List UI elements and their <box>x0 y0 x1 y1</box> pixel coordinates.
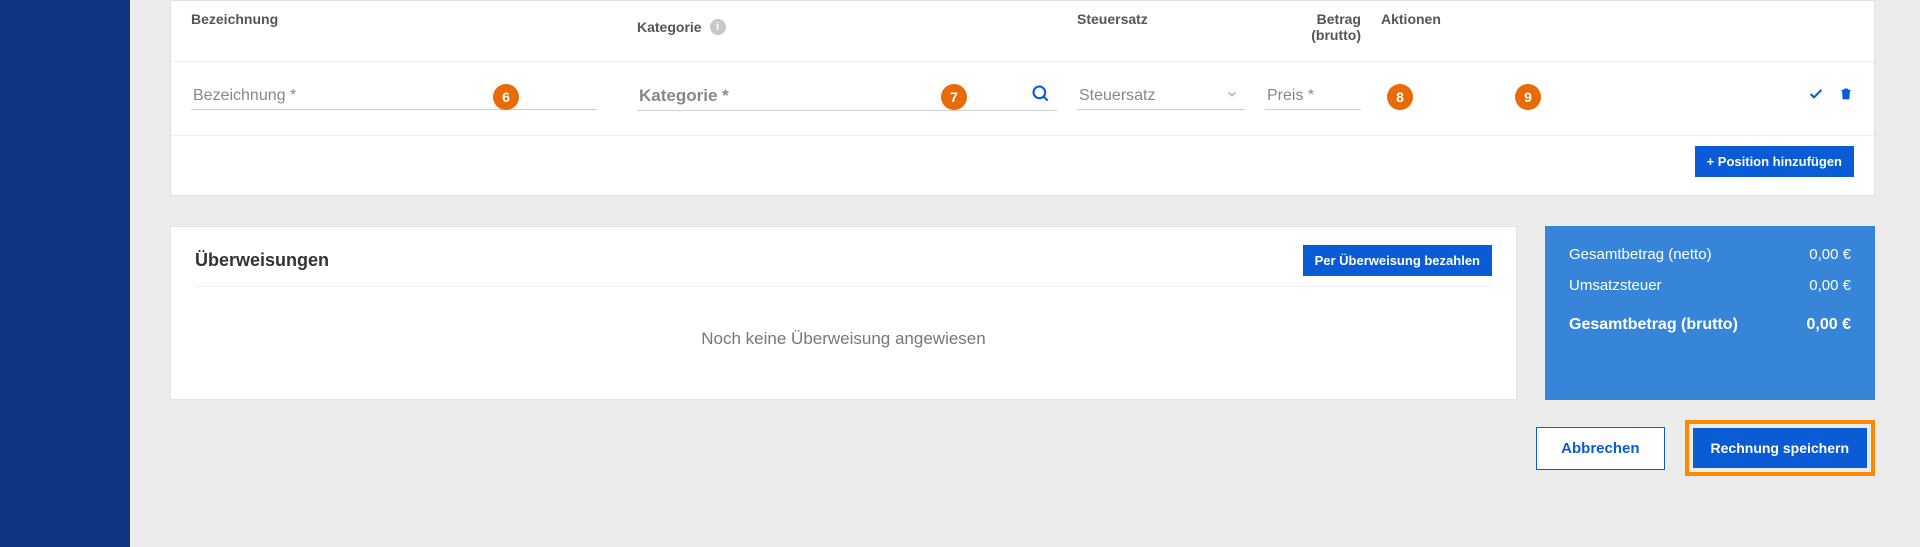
steuersatz-select[interactable] <box>1077 83 1245 110</box>
col-header-kategorie-label: Kategorie <box>637 19 702 35</box>
col-header-steuersatz: Steuersatz <box>1077 11 1265 43</box>
annotation-badge-8: 8 <box>1387 84 1413 110</box>
transfers-empty-text: Noch keine Überweisung angewiesen <box>195 286 1492 367</box>
annotation-badge-7: 7 <box>941 84 967 110</box>
confirm-icon[interactable] <box>1808 86 1824 107</box>
info-icon[interactable]: i <box>710 19 726 35</box>
search-icon[interactable] <box>1031 84 1051 109</box>
total-gross-value: 0,00 € <box>1807 316 1851 334</box>
position-row: 6 7 8 9 <box>171 61 1874 135</box>
cancel-button[interactable]: Abbrechen <box>1536 427 1664 470</box>
add-position-button[interactable]: + Position hinzufügen <box>1695 146 1854 177</box>
transfers-panel: Überweisungen Per Überweisung bezahlen N… <box>170 226 1517 400</box>
col-header-kategorie: Kategorie i <box>637 11 1077 43</box>
positions-panel: Bezeichnung Kategorie i Steuersatz Betra… <box>170 0 1875 196</box>
left-sidebar <box>0 0 130 547</box>
annotation-badge-9: 9 <box>1515 84 1541 110</box>
trash-icon[interactable] <box>1838 86 1854 107</box>
save-invoice-button[interactable]: Rechnung speichern <box>1693 428 1867 468</box>
totals-panel: Gesamtbetrag (netto) 0,00 € Umsatzsteuer… <box>1545 226 1875 400</box>
bezeichnung-input[interactable] <box>191 83 597 110</box>
pay-transfer-button[interactable]: Per Überweisung bezahlen <box>1303 245 1492 276</box>
col-header-aktionen: Aktionen <box>1361 11 1854 43</box>
kategorie-input[interactable] <box>637 82 1057 111</box>
transfers-title: Überweisungen <box>195 250 329 271</box>
total-vat-label: Umsatzsteuer <box>1569 277 1662 294</box>
annotation-badge-6: 6 <box>493 84 519 110</box>
positions-header: Bezeichnung Kategorie i Steuersatz Betra… <box>171 1 1874 61</box>
save-highlight: Rechnung speichern <box>1685 420 1875 476</box>
total-gross-label: Gesamtbetrag (brutto) <box>1569 316 1738 334</box>
chevron-down-icon <box>1225 87 1239 106</box>
total-vat-value: 0,00 € <box>1809 277 1851 294</box>
total-net-label: Gesamtbetrag (netto) <box>1569 246 1712 263</box>
total-net-value: 0,00 € <box>1809 246 1851 263</box>
col-header-betrag: Betrag (brutto) <box>1265 11 1361 43</box>
preis-input[interactable] <box>1265 83 1361 110</box>
footer-actions: Abbrechen Rechnung speichern <box>170 420 1875 500</box>
col-header-bezeichnung: Bezeichnung <box>191 11 637 43</box>
